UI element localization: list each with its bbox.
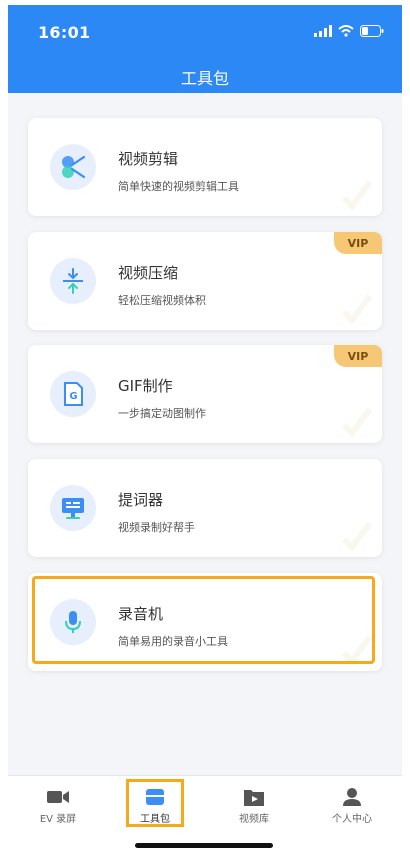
video-camera-icon (47, 791, 69, 803)
tool-title: 视频剪辑 (118, 150, 179, 168)
phone-screen: 16:01 工具包 视频剪辑 简单快速的视频剪辑工具 VIP 视频压缩 轻松压缩… (8, 5, 402, 860)
tool-card-teleprompter[interactable]: 提词器 视频录制好帮手 (28, 459, 382, 557)
decorative-check-icon (341, 294, 373, 324)
decorative-check-icon (341, 407, 373, 437)
tab-profile[interactable]: 个人中心 (312, 784, 392, 825)
tool-card-video-compress[interactable]: VIP 视频压缩 轻松压缩视频体积 (28, 232, 382, 330)
status-icons (314, 25, 384, 37)
tool-subtitle: 一步搞定动图制作 (118, 407, 206, 420)
tool-subtitle: 视频录制好帮手 (118, 521, 195, 534)
wifi-icon (338, 25, 354, 37)
tab-video-library[interactable]: 视频库 (214, 784, 294, 825)
tab-ev-record[interactable]: EV 录屏 (18, 784, 98, 825)
tool-title: 视频压缩 (118, 264, 179, 282)
tab-label: EV 录屏 (39, 814, 77, 825)
home-indicator (135, 843, 273, 848)
tool-title: GIF制作 (118, 377, 173, 395)
status-time: 16:01 (38, 23, 91, 42)
toolbox-tab-highlight-outline (126, 779, 184, 827)
compress-icon (50, 258, 96, 304)
vip-badge: VIP (334, 232, 382, 254)
gif-file-icon: G (50, 371, 96, 417)
decorative-check-icon (341, 180, 373, 210)
battery-icon (360, 25, 384, 37)
signal-icon (314, 25, 332, 37)
person-icon (343, 788, 361, 806)
tool-subtitle: 简单快速的视频剪辑工具 (118, 180, 239, 193)
teleprompter-icon (50, 485, 96, 531)
vip-badge: VIP (334, 345, 382, 367)
tab-label: 个人中心 (332, 814, 372, 825)
tool-title: 提词器 (118, 491, 164, 509)
recorder-highlight-outline (32, 576, 375, 664)
tool-card-gif-maker[interactable]: VIP G GIF制作 一步搞定动图制作 (28, 345, 382, 443)
tool-subtitle: 轻松压缩视频体积 (118, 294, 206, 307)
app-header: 16:01 工具包 (8, 5, 402, 93)
video-library-icon (244, 790, 264, 806)
page-title: 工具包 (180, 69, 229, 88)
tool-card-video-edit[interactable]: 视频剪辑 简单快速的视频剪辑工具 (28, 118, 382, 216)
tab-label: 视频库 (239, 814, 269, 825)
svg-text:G: G (69, 391, 77, 402)
scissors-icon (50, 144, 96, 190)
decorative-check-icon (341, 521, 373, 551)
